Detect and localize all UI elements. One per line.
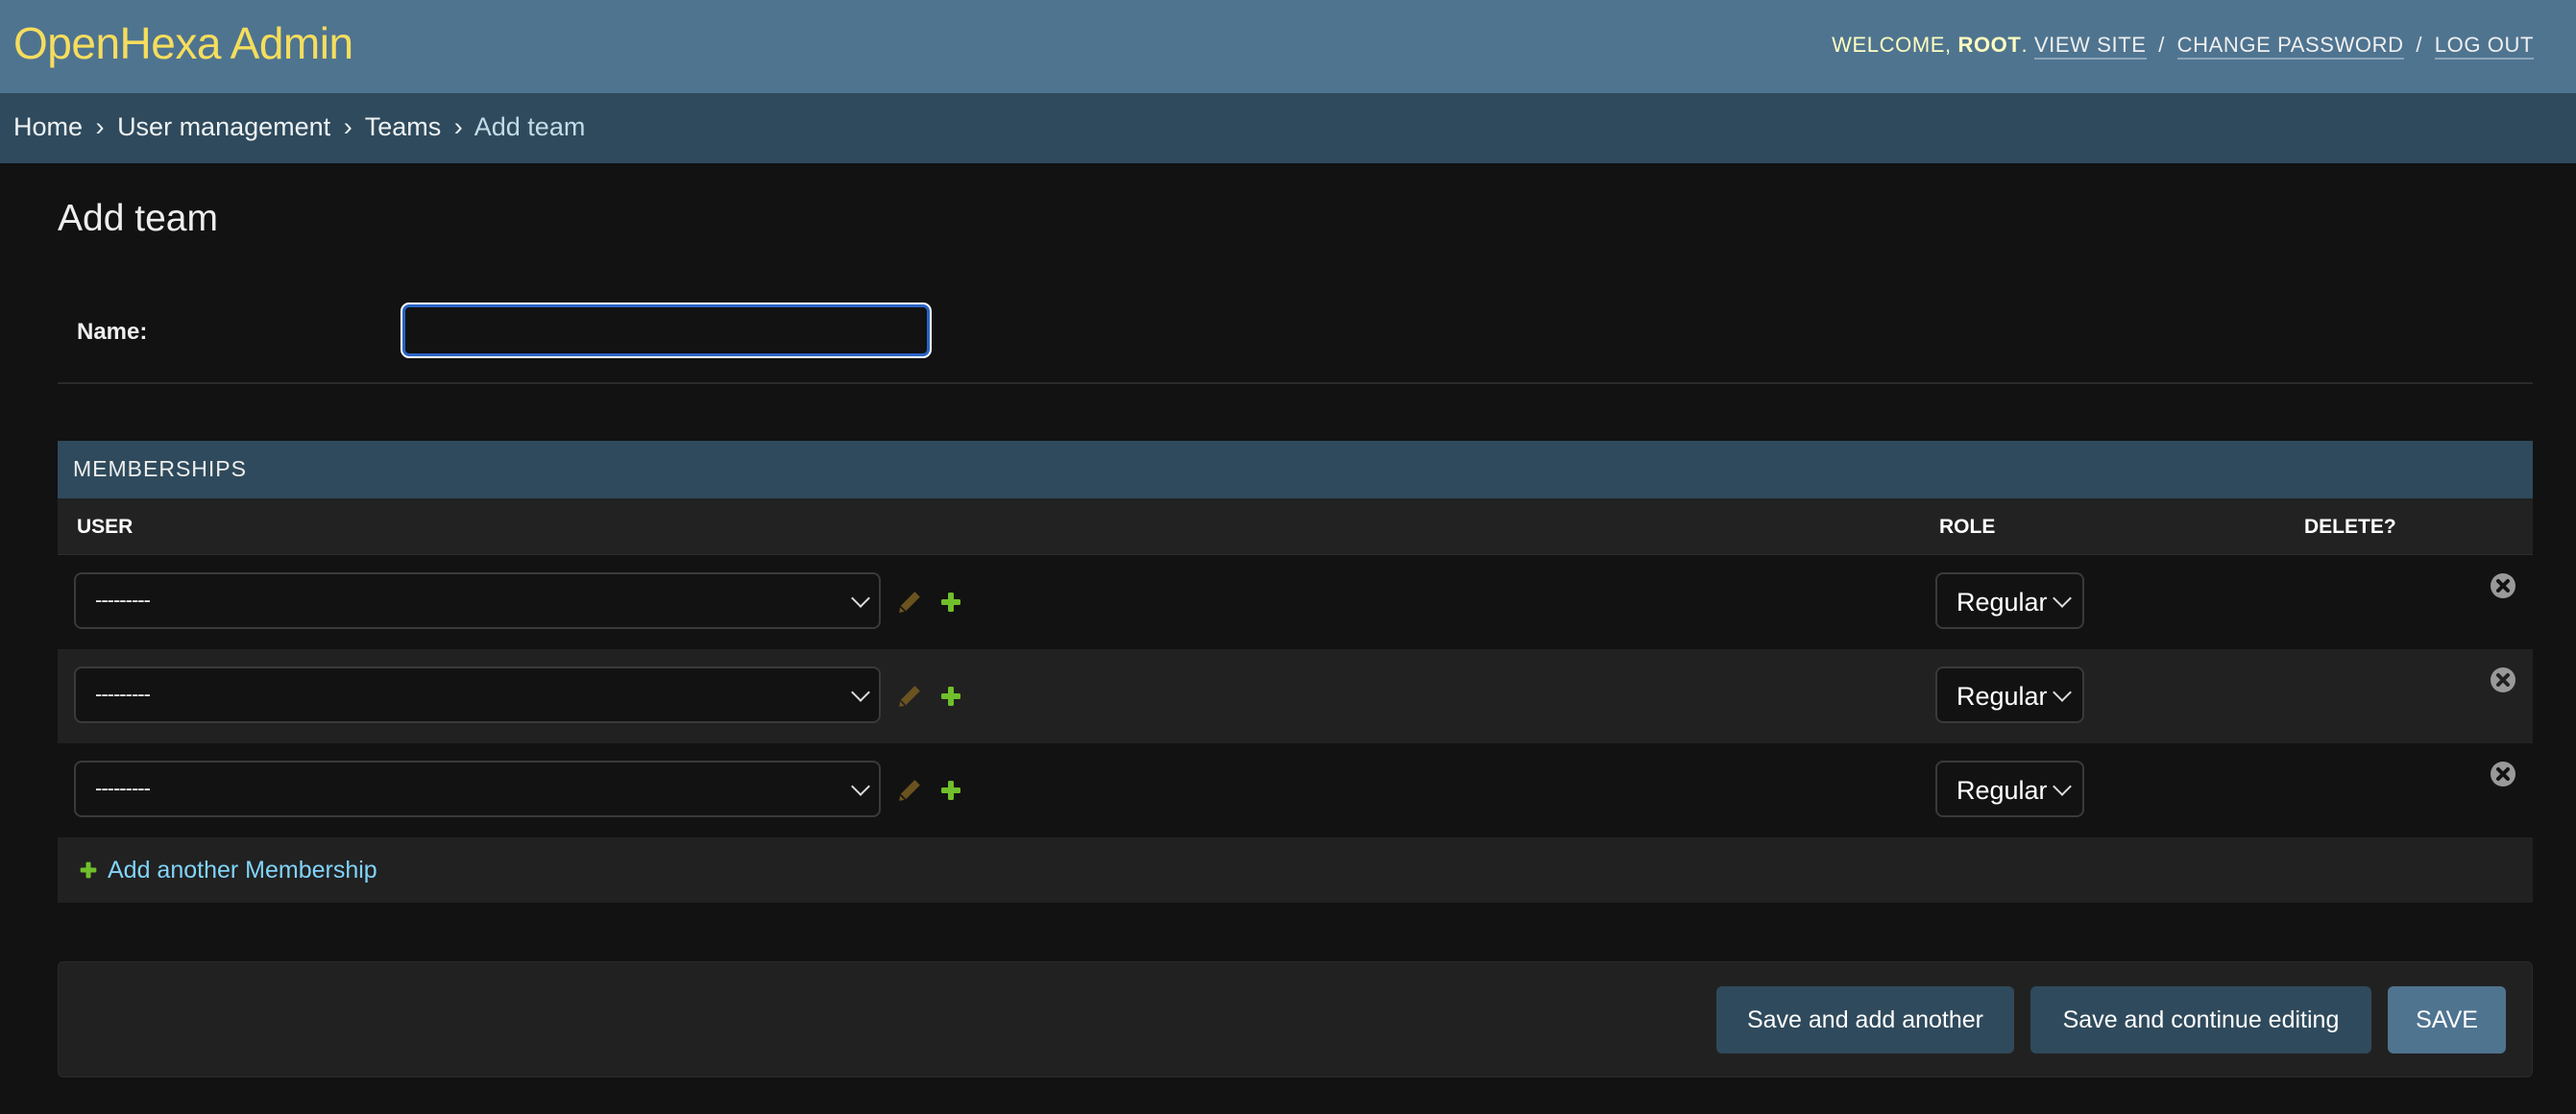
breadcrumb: Home › User management › Teams › Add tea… bbox=[0, 93, 2576, 163]
site-brand[interactable]: OpenHexa Admin bbox=[13, 17, 353, 69]
submit-row: Save and add another Save and continue e… bbox=[58, 961, 2533, 1078]
role-select[interactable]: Regular bbox=[1935, 666, 2084, 723]
user-select[interactable]: --------- bbox=[74, 761, 881, 817]
separator: / bbox=[2158, 33, 2165, 57]
user-select[interactable]: --------- bbox=[74, 572, 881, 629]
user-select[interactable]: --------- bbox=[74, 666, 881, 723]
page-title: Add team bbox=[58, 198, 218, 239]
save-and-continue-button[interactable]: Save and continue editing bbox=[2030, 986, 2371, 1053]
pencil-icon[interactable] bbox=[897, 684, 922, 709]
breadcrumb-teams[interactable]: Teams bbox=[365, 112, 442, 141]
user-tools: Welcome, root. View site / Change passwo… bbox=[1832, 33, 2534, 60]
view-site-link[interactable]: View site bbox=[2033, 33, 2147, 60]
welcome-text: Welcome, bbox=[1832, 33, 1952, 57]
memberships-caption: MEMBERSHIPS bbox=[58, 441, 2533, 498]
chevron-down-icon bbox=[2053, 683, 2072, 702]
chevron-down-icon bbox=[2053, 777, 2072, 796]
save-and-add-another-button[interactable]: Save and add another bbox=[1716, 986, 2014, 1053]
plus-icon[interactable] bbox=[939, 685, 962, 708]
column-delete: Delete? bbox=[2304, 516, 2396, 538]
role-select[interactable]: Regular bbox=[1935, 572, 2084, 629]
pencil-icon[interactable] bbox=[897, 590, 922, 615]
role-select-value: Regular bbox=[1956, 776, 2048, 805]
separator: / bbox=[2416, 33, 2423, 57]
table-row: --------- Regular bbox=[58, 743, 2533, 837]
log-out-link[interactable]: Log out bbox=[2434, 33, 2534, 60]
change-password-link[interactable]: Change password bbox=[2176, 33, 2404, 60]
chevron-down-icon bbox=[851, 777, 870, 796]
role-select-value: Regular bbox=[1956, 682, 2048, 711]
user-select-value: --------- bbox=[95, 776, 151, 800]
user-select-value: --------- bbox=[95, 588, 151, 612]
save-button[interactable]: Save bbox=[2388, 986, 2506, 1053]
period: . bbox=[2021, 33, 2029, 57]
breadcrumb-user-management[interactable]: User management bbox=[117, 112, 330, 141]
memberships-inline: MEMBERSHIPS User Role Delete? --------- … bbox=[58, 441, 2533, 903]
plus-icon[interactable] bbox=[939, 779, 962, 802]
chevron-down-icon bbox=[851, 589, 870, 608]
username: root bbox=[1957, 33, 2022, 57]
user-select-value: --------- bbox=[95, 682, 151, 706]
delete-x-icon[interactable] bbox=[2490, 761, 2516, 787]
header: OpenHexa Admin Welcome, root. View site … bbox=[0, 0, 2576, 93]
breadcrumb-home[interactable]: Home bbox=[13, 112, 83, 141]
role-select[interactable]: Regular bbox=[1935, 761, 2084, 817]
delete-x-icon[interactable] bbox=[2490, 572, 2516, 599]
breadcrumb-separator: › bbox=[95, 112, 105, 141]
column-role: Role bbox=[1939, 516, 1996, 538]
table-row: --------- Regular bbox=[58, 649, 2533, 743]
add-another-row: Add another Membership bbox=[58, 837, 2533, 903]
column-user: User bbox=[77, 516, 134, 538]
name-form-row: Name: bbox=[58, 278, 2533, 384]
breadcrumb-separator: › bbox=[453, 112, 463, 141]
plus-icon[interactable] bbox=[939, 591, 962, 614]
breadcrumb-separator: › bbox=[343, 112, 352, 141]
breadcrumb-current: Add team bbox=[474, 112, 586, 141]
table-header: User Role Delete? bbox=[58, 498, 2533, 555]
name-input[interactable] bbox=[401, 303, 932, 358]
chevron-down-icon bbox=[851, 683, 870, 702]
delete-x-icon[interactable] bbox=[2490, 666, 2516, 693]
plus-icon[interactable] bbox=[79, 860, 98, 880]
name-label: Name: bbox=[77, 319, 148, 345]
role-select-value: Regular bbox=[1956, 588, 2048, 617]
add-another-membership-link[interactable]: Add another Membership bbox=[108, 857, 377, 884]
table-row: --------- Regular bbox=[58, 555, 2533, 649]
pencil-icon[interactable] bbox=[897, 778, 922, 803]
chevron-down-icon bbox=[2053, 589, 2072, 608]
